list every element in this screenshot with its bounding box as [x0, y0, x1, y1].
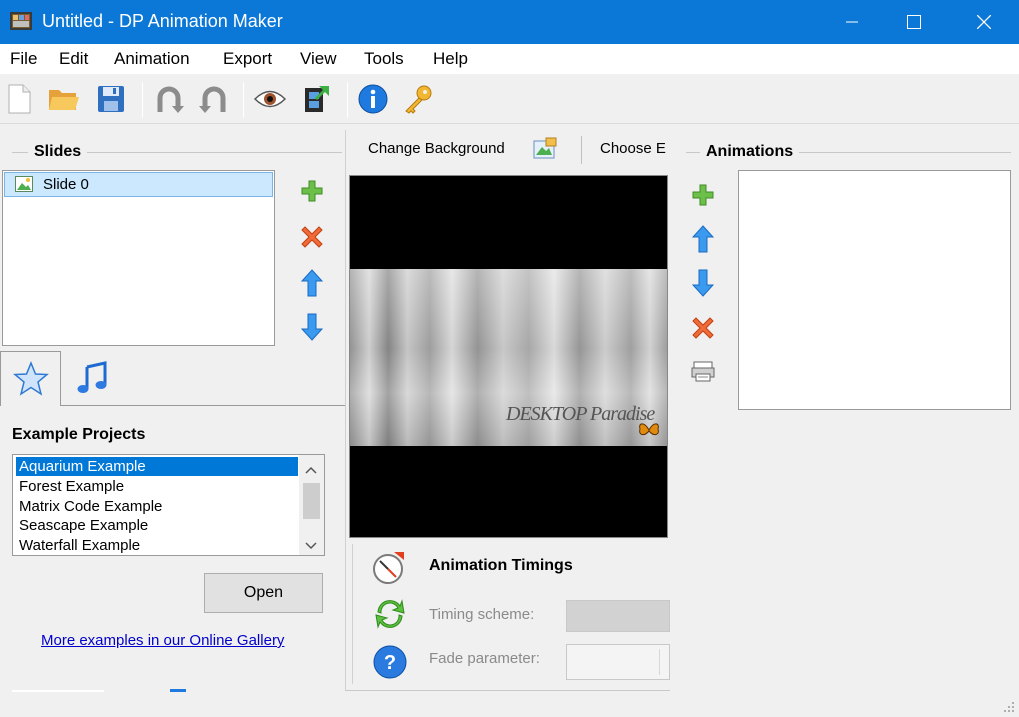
- examples-scrollbar[interactable]: [299, 455, 324, 555]
- info-icon[interactable]: [356, 82, 390, 116]
- undo-icon[interactable]: [152, 82, 186, 116]
- preview-canvas[interactable]: DESKTOP Paradise: [349, 175, 668, 538]
- list-item[interactable]: Waterfall Example: [16, 536, 296, 555]
- scroll-down-icon[interactable]: [305, 537, 317, 554]
- open-button[interactable]: Open: [204, 573, 323, 613]
- animations-title: Animations: [700, 143, 800, 161]
- online-gallery-link[interactable]: More examples in our Online Gallery: [41, 632, 284, 649]
- choose-effect-button[interactable]: Choose E: [600, 140, 670, 157]
- menu-export[interactable]: Export: [223, 49, 272, 69]
- title-bar: Untitled - DP Animation Maker: [0, 0, 1019, 44]
- butterfly-icon: [638, 421, 660, 443]
- examples-list[interactable]: Aquarium Example Forest Example Matrix C…: [12, 454, 325, 556]
- status-bar: [0, 692, 1019, 714]
- slide-item[interactable]: Slide 0: [4, 172, 273, 197]
- fade-parameter-input[interactable]: [566, 644, 670, 680]
- close-button[interactable]: [961, 0, 1007, 44]
- window-title: Untitled - DP Animation Maker: [42, 11, 283, 31]
- key-icon[interactable]: [401, 82, 435, 116]
- timing-scheme-select[interactable]: [566, 600, 670, 632]
- slide-image-icon: [15, 176, 33, 192]
- change-background-icon[interactable]: [532, 136, 558, 162]
- redo-icon[interactable]: [197, 82, 231, 116]
- delete-slide-button[interactable]: [297, 222, 327, 252]
- save-icon[interactable]: [94, 82, 128, 116]
- change-background-button[interactable]: Change Background: [368, 140, 505, 157]
- list-item[interactable]: Seascape Example: [16, 516, 296, 535]
- preview-image: DESKTOP Paradise: [350, 269, 667, 446]
- new-document-icon[interactable]: [2, 82, 36, 116]
- timing-scheme-label: Timing scheme:: [429, 606, 535, 623]
- export-film-icon[interactable]: [300, 82, 334, 116]
- menu-edit[interactable]: Edit: [59, 49, 88, 69]
- menu-animation[interactable]: Animation: [114, 49, 190, 69]
- fade-parameter-label: Fade parameter:: [429, 650, 540, 667]
- menu-help[interactable]: Help: [433, 49, 468, 69]
- tab-music[interactable]: [64, 354, 120, 402]
- list-item[interactable]: Forest Example: [16, 477, 296, 496]
- preview-eye-icon[interactable]: [253, 82, 287, 116]
- minimize-button[interactable]: [829, 0, 875, 44]
- add-animation-button[interactable]: [688, 180, 718, 210]
- music-note-icon: [77, 361, 107, 393]
- maximize-button[interactable]: [891, 0, 937, 44]
- scroll-up-icon[interactable]: [305, 461, 317, 478]
- slides-title: Slides: [28, 143, 88, 161]
- move-slide-down-button[interactable]: [297, 312, 327, 342]
- help-icon[interactable]: ?: [372, 644, 408, 680]
- scroll-thumb[interactable]: [303, 483, 320, 519]
- menu-bar: File Edit Animation Export View Tools He…: [0, 44, 1019, 74]
- slide-label: Slide 0: [43, 176, 89, 193]
- list-item[interactable]: Aquarium Example: [16, 457, 298, 476]
- list-item[interactable]: Matrix Code Example: [16, 497, 296, 516]
- move-animation-up-button[interactable]: [688, 224, 718, 254]
- menu-tools[interactable]: Tools: [364, 49, 404, 69]
- delete-animation-button[interactable]: [688, 313, 718, 343]
- tab-examples[interactable]: [0, 351, 61, 406]
- toolbar: [0, 74, 1019, 124]
- menu-file[interactable]: File: [10, 49, 37, 69]
- examples-title: Example Projects: [12, 426, 146, 443]
- animation-properties-button[interactable]: [688, 356, 718, 386]
- resize-grip-icon[interactable]: [1003, 700, 1015, 717]
- watermark-text: DESKTOP Paradise: [506, 403, 655, 425]
- menu-view[interactable]: View: [300, 49, 337, 69]
- slides-list[interactable]: Slide 0: [2, 170, 275, 346]
- move-slide-up-button[interactable]: [297, 268, 327, 298]
- timings-title: Animation Timings: [429, 557, 573, 574]
- app-icon: [10, 12, 32, 30]
- open-folder-icon[interactable]: [47, 82, 81, 116]
- timer-icon: [370, 548, 408, 586]
- animations-list[interactable]: [738, 170, 1011, 410]
- refresh-icon[interactable]: [372, 596, 408, 632]
- svg-text:?: ?: [384, 652, 396, 674]
- move-animation-down-button[interactable]: [688, 268, 718, 298]
- star-icon: [12, 361, 49, 396]
- add-slide-button[interactable]: [297, 176, 327, 206]
